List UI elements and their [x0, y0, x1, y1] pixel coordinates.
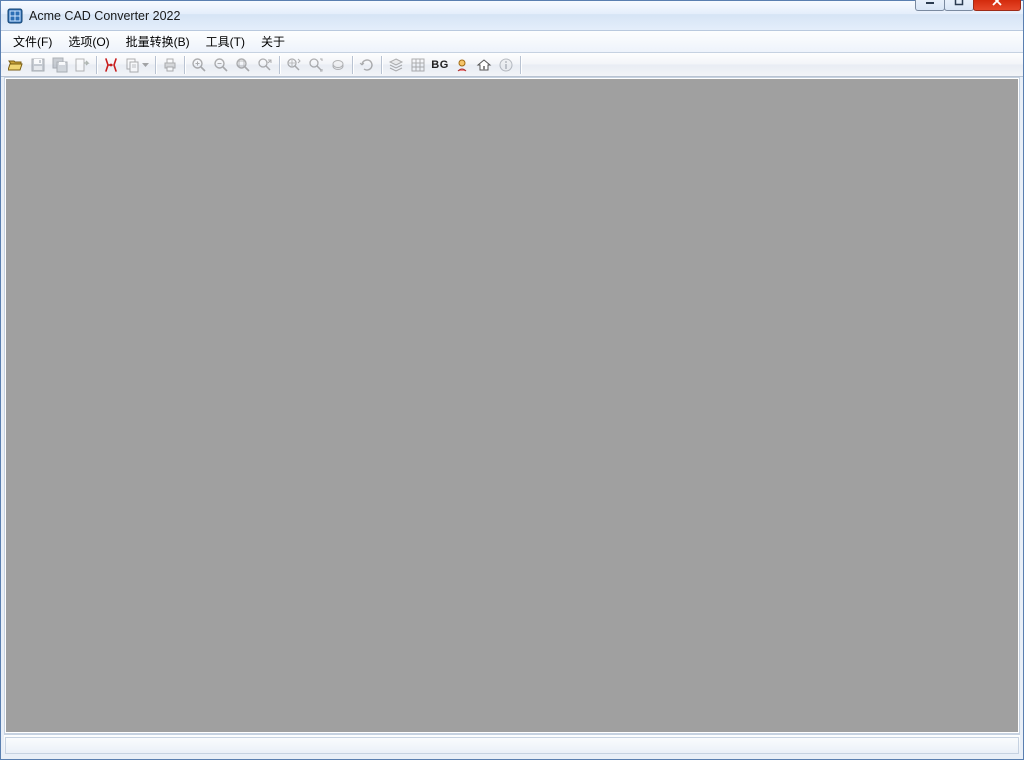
- print-button[interactable]: [159, 54, 181, 76]
- statusbar: [4, 734, 1020, 756]
- folder-open-icon: [8, 57, 24, 73]
- save-all-button[interactable]: [49, 54, 71, 76]
- pdf-button[interactable]: [100, 54, 122, 76]
- zoom-in-button[interactable]: [188, 54, 210, 76]
- pan-icon: [330, 57, 346, 73]
- toolbar: BG: [1, 53, 1023, 77]
- save-all-icon: [52, 57, 68, 73]
- app-window: Acme CAD Converter 2022 文件(F) 选项(O) 批量转换…: [0, 0, 1024, 760]
- zoom-realtime-button[interactable]: [283, 54, 305, 76]
- background-button[interactable]: BG: [429, 54, 451, 76]
- drawing-canvas[interactable]: [5, 78, 1019, 733]
- zoom-out-button[interactable]: [210, 54, 232, 76]
- rotate-button[interactable]: [356, 54, 378, 76]
- toolbar-separator: [381, 56, 382, 74]
- zoom-realtime-icon: [286, 57, 302, 73]
- bg-text-icon: BG: [431, 59, 449, 71]
- menubar: 文件(F) 选项(O) 批量转换(B) 工具(T) 关于: [1, 31, 1023, 53]
- copy-icon: [125, 57, 141, 73]
- toolbar-separator: [184, 56, 185, 74]
- zoom-fit-button[interactable]: [232, 54, 254, 76]
- zoom-out-icon: [213, 57, 229, 73]
- save-icon: [30, 57, 46, 73]
- zoom-window-button[interactable]: [254, 54, 276, 76]
- info-button[interactable]: [495, 54, 517, 76]
- toolbar-separator: [520, 56, 521, 74]
- menu-tools[interactable]: 工具(T): [198, 31, 253, 52]
- preview-button[interactable]: [451, 54, 473, 76]
- window-controls: [916, 0, 1021, 11]
- zoom-in-icon: [191, 57, 207, 73]
- zoom-fit-icon: [235, 57, 251, 73]
- menu-file[interactable]: 文件(F): [5, 31, 60, 52]
- chevron-down-icon: [142, 63, 149, 67]
- toolbar-separator: [155, 56, 156, 74]
- pdf-icon: [103, 57, 119, 73]
- rotate-icon: [359, 57, 375, 73]
- maximize-button[interactable]: [944, 0, 974, 11]
- wireframe-button[interactable]: [407, 54, 429, 76]
- menu-batch[interactable]: 批量转换(B): [118, 31, 198, 52]
- export-icon: [74, 57, 90, 73]
- zoom-extents-icon: [308, 57, 324, 73]
- close-button[interactable]: [973, 0, 1021, 11]
- toolbar-separator: [96, 56, 97, 74]
- app-icon: [7, 8, 23, 24]
- preview-icon: [454, 57, 470, 73]
- print-icon: [162, 57, 178, 73]
- wireframe-icon: [410, 57, 426, 73]
- zoom-extents-button[interactable]: [305, 54, 327, 76]
- menu-about[interactable]: 关于: [253, 31, 293, 52]
- export-button[interactable]: [71, 54, 93, 76]
- layers-icon: [388, 57, 404, 73]
- pan-button[interactable]: [327, 54, 349, 76]
- copy-button[interactable]: [122, 54, 152, 76]
- titlebar: Acme CAD Converter 2022: [1, 1, 1023, 31]
- status-text: [5, 737, 1019, 754]
- save-button[interactable]: [27, 54, 49, 76]
- menu-options[interactable]: 选项(O): [60, 31, 117, 52]
- open-button[interactable]: [5, 54, 27, 76]
- info-icon: [498, 57, 514, 73]
- layers-button[interactable]: [385, 54, 407, 76]
- home-icon: [476, 57, 492, 73]
- main-area: [4, 77, 1020, 734]
- toolbar-separator: [352, 56, 353, 74]
- home-button[interactable]: [473, 54, 495, 76]
- window-title: Acme CAD Converter 2022: [29, 9, 180, 23]
- zoom-window-icon: [257, 57, 273, 73]
- toolbar-separator: [279, 56, 280, 74]
- minimize-button[interactable]: [915, 0, 945, 11]
